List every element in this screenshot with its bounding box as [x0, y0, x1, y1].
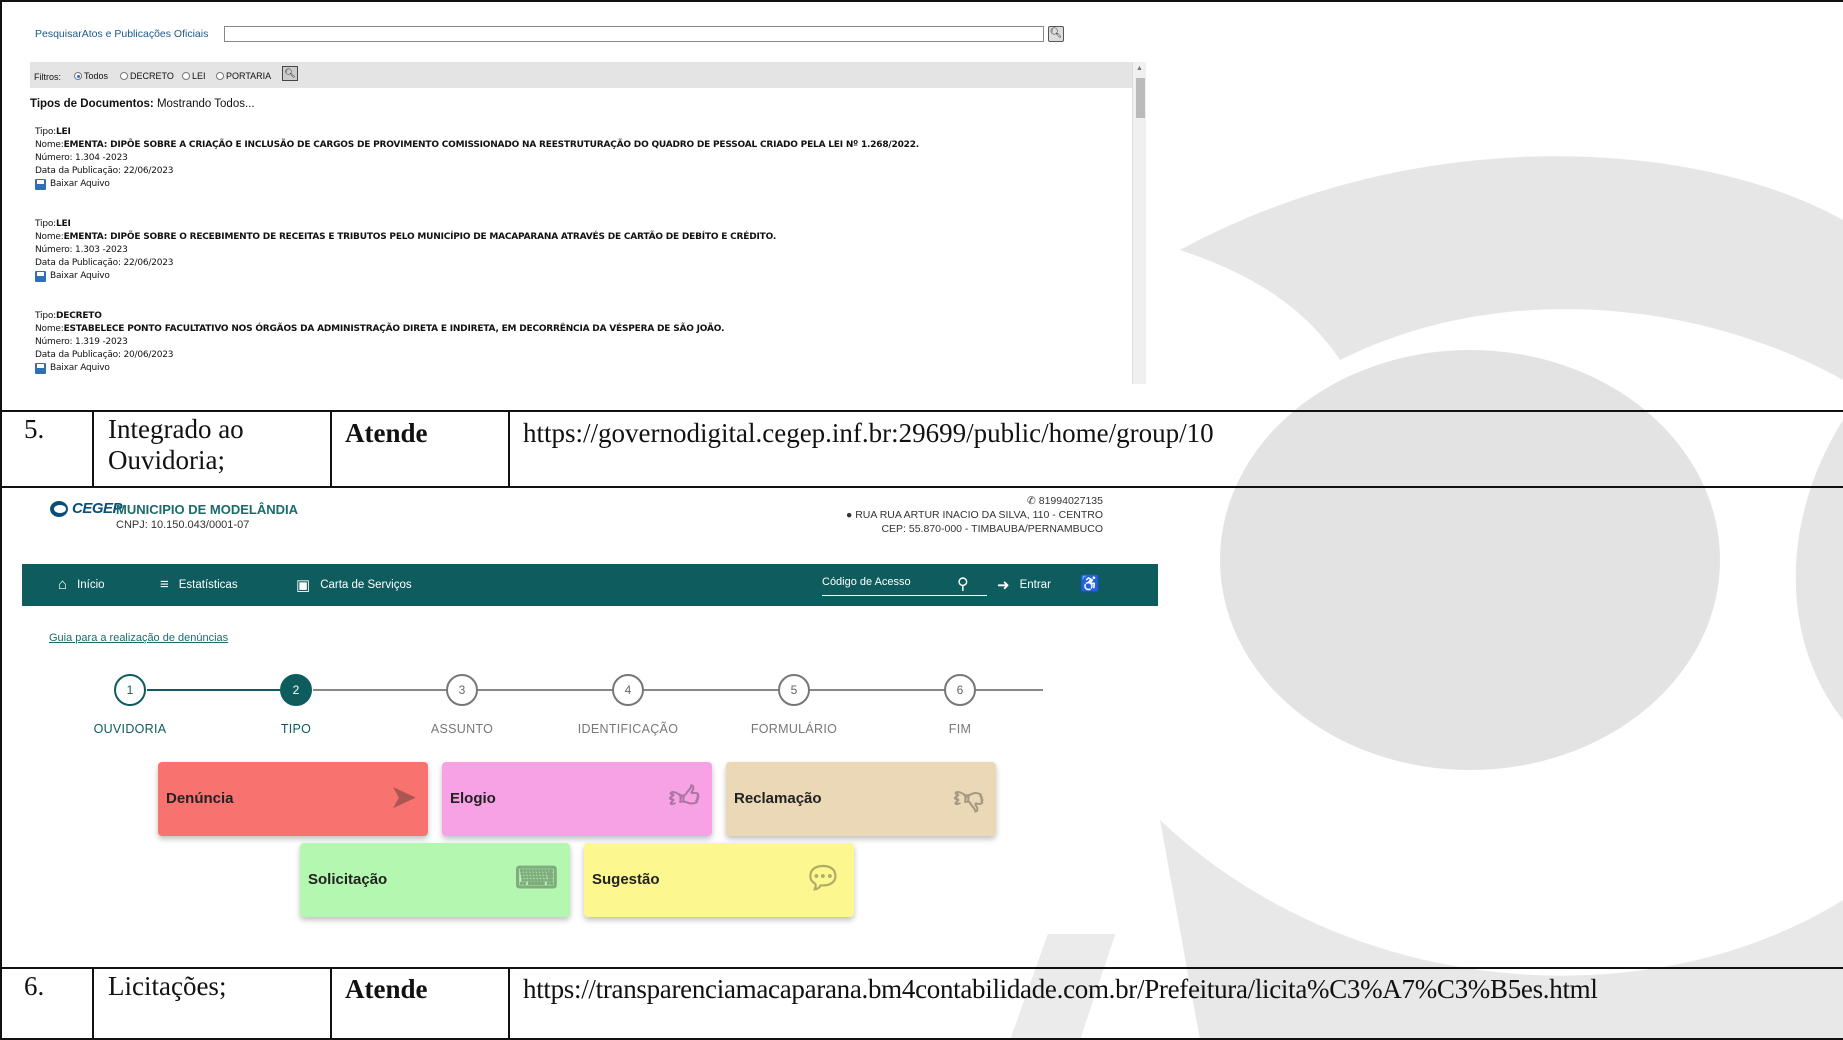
publications-screenshot: PesquisarAtos e Publicações Oficiais 🔍︎ … — [30, 18, 1160, 384]
table-left-border — [0, 0, 2, 1040]
table-col-border — [508, 967, 510, 1040]
contact-info: ✆ 81994027135 ● RUA RUA ARTUR INACIO DA … — [845, 495, 1103, 535]
row-url: https://governodigital.cegep.inf.br:2969… — [523, 418, 1214, 448]
row-item: Integrado ao Ouvidoria; — [108, 414, 244, 475]
sign-in-icon: ➜ — [997, 577, 1010, 594]
keyboard-icon: ⌨ — [514, 862, 558, 895]
search-button[interactable]: 🔍︎ — [1048, 26, 1064, 42]
filter-radio-todos[interactable]: Todos — [74, 71, 108, 81]
bar-chart-icon: ≡ — [160, 576, 169, 593]
table-col-border — [92, 967, 94, 1040]
megaphone-icon: ➤ — [390, 781, 416, 814]
table-top-border — [0, 0, 1843, 2]
search-label: PesquisarAtos e Publicações Oficiais — [35, 28, 209, 40]
table-col-border — [330, 410, 332, 486]
search-icon: 🔍︎ — [1049, 28, 1063, 39]
step-1: 1 — [114, 674, 146, 706]
step-label: TIPO — [280, 722, 312, 736]
list-item: Tipo:LEI Nome:EMENTA: DIPÕE SOBRE A CRIA… — [35, 127, 919, 191]
table-col-border — [508, 410, 510, 486]
nav-carta-servicos[interactable]: ▣ Carta de Serviços — [296, 576, 412, 594]
stepper: 1 2 3 4 5 6 OUVIDORIA TIPO ASSUNTO IDENT… — [22, 662, 1158, 736]
card-solicitacao[interactable]: Solicitação ⌨ — [300, 843, 570, 917]
row-status: Atende — [345, 974, 428, 1004]
download-link[interactable]: Baixar Aquivo — [35, 362, 724, 375]
guide-link[interactable]: Guia para a realização de denúncias — [49, 632, 228, 644]
floppy-disk-icon — [35, 363, 46, 374]
floppy-disk-icon — [35, 271, 46, 282]
step-6: 6 — [944, 674, 976, 706]
login-button[interactable]: ➜ Entrar — [997, 576, 1051, 594]
step-5: 5 — [778, 674, 810, 706]
step-label: FORMULÁRIO — [750, 722, 838, 736]
nav-inicio[interactable]: ⌂ Início — [58, 576, 105, 593]
row-number: 5. — [24, 414, 45, 444]
location-pin-icon: ● — [845, 509, 853, 521]
list-item: Tipo:DECRETO Nome:ESTABELECE PONTO FACUL… — [35, 311, 725, 375]
step-4: 4 — [612, 674, 644, 706]
download-link[interactable]: Baixar Aquivo — [35, 270, 776, 283]
thumbs-down-icon: 👎︎ — [953, 781, 984, 814]
nav-estatisticas[interactable]: ≡ Estatísticas — [160, 576, 238, 593]
filter-radio-decreto[interactable]: DECRETO — [120, 71, 174, 81]
row-status: Atende — [345, 418, 428, 448]
table-col-border — [92, 410, 94, 486]
municipality-name: MUNICIPIO DE MODELÂNDIA — [116, 502, 298, 517]
card-elogio[interactable]: Elogio 👍︎ — [442, 762, 712, 836]
chat-icon: 💬︎ — [803, 862, 842, 895]
phone-icon: ✆ — [1027, 495, 1036, 507]
table-row-border — [0, 410, 1843, 412]
doc-types-line: Tipos de Documentos: Mostrando Todos... — [30, 98, 255, 110]
step-label: ASSUNTO — [430, 722, 494, 736]
search-icon: 🔍︎ — [284, 68, 296, 78]
row-item: Licitações; — [108, 971, 227, 1001]
home-icon: ⌂ — [58, 576, 68, 593]
row-number: 6. — [24, 971, 45, 1001]
filter-radio-portaria[interactable]: PORTARIA — [216, 71, 271, 81]
navbar: ⌂ Início ≡ Estatísticas ▣ Carta de Serviços… — [22, 564, 1158, 606]
thumbs-up-icon: 👍︎ — [668, 781, 700, 814]
card-reclamacao[interactable]: Reclamação 👎︎ — [726, 762, 996, 836]
cegep-logo: CEGEP — [50, 500, 123, 517]
briefcase-icon: ▣ — [296, 577, 311, 594]
card-sugestao[interactable]: Sugestão 💬︎ — [584, 843, 854, 917]
row-url: https://transparenciamacaparana.bm4conta… — [523, 974, 1598, 1004]
floppy-disk-icon — [35, 179, 46, 190]
filter-radio-lei[interactable]: LEI — [182, 71, 206, 81]
card-denuncia[interactable]: Denúncia ➤ — [158, 762, 428, 836]
table-row-border — [0, 967, 1843, 969]
ouvidoria-screenshot: CEGEP MUNICIPIO DE MODELÂNDIA CNPJ: 10.1… — [22, 486, 1158, 934]
step-label: IDENTIFICAÇÃO — [577, 722, 679, 736]
step-3: 3 — [446, 674, 478, 706]
search-icon[interactable]: ⚲ — [957, 574, 969, 594]
filter-label: Filtros: — [34, 72, 61, 82]
table-row-border — [0, 486, 1843, 488]
cnpj: CNPJ: 10.150.043/0001-07 — [116, 519, 250, 531]
download-link[interactable]: Baixar Aquivo — [35, 178, 919, 191]
list-item: Tipo:LEI Nome:EMENTA: DIPÕE SOBRE O RECE… — [35, 219, 777, 283]
step-label: OUVIDORIA — [93, 722, 167, 736]
search-input[interactable] — [224, 26, 1044, 42]
filter-search-button[interactable]: 🔍︎ — [282, 66, 298, 81]
step-2: 2 — [280, 674, 312, 706]
scrollbar[interactable]: ▲ — [1132, 62, 1146, 384]
filter-bar: Filtros: Todos DECRETO LEI PORTARIA 🔍︎ — [30, 62, 1146, 88]
step-label: FIM — [948, 722, 972, 736]
accessibility-icon[interactable]: ♿ — [1080, 574, 1100, 594]
table-col-border — [330, 967, 332, 1040]
